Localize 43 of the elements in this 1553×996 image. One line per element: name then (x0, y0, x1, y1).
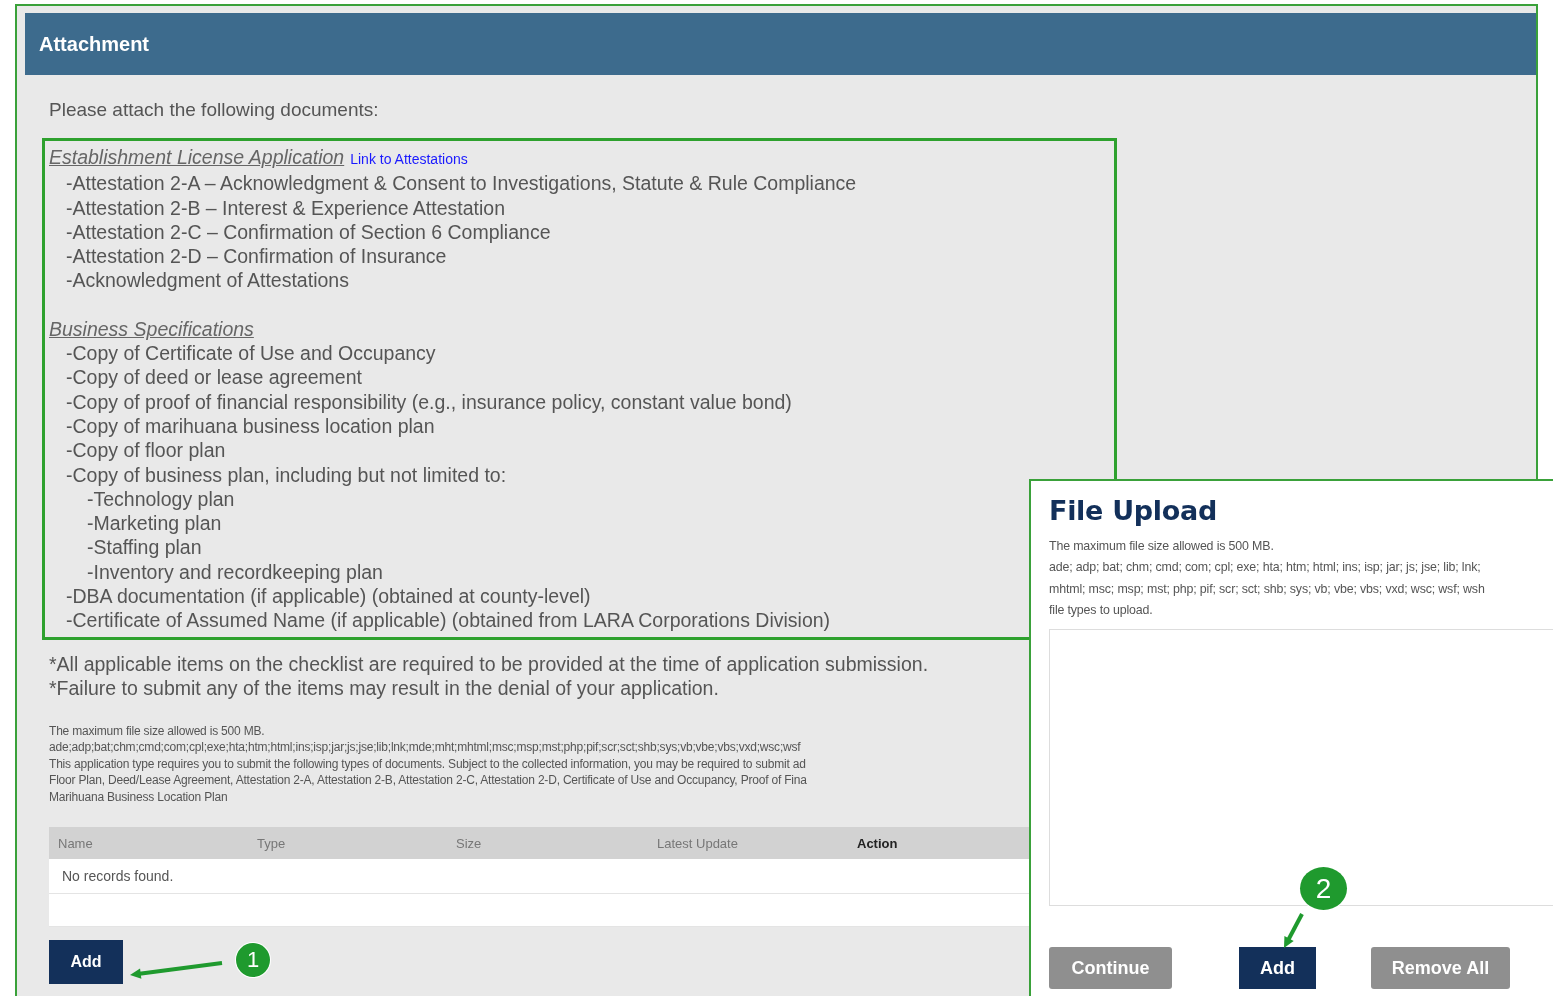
upload-info-text: The maximum file size allowed is 500 MB. (49, 722, 266, 740)
requirement-note: *All applicable items on the checklist are required to be provided at the time of application submission. (49, 651, 930, 677)
upload-info-text: mhtml; msc; msp; mst; php; pif; scr; sct; shb; sys; vb; vbe; vbs; vxd; wsc; wsf; wsh (1049, 580, 1486, 598)
upload-info-text: Floor Plan, Deed/Lease Agreement, Attestation 2-A, Attestation 2-B, Attestation 2-C, Attestation 2-D, Certificate of Use and Occupancy, Proof of Fina (49, 772, 808, 789)
arrow (1284, 913, 1304, 948)
column-header: Type (257, 835, 287, 851)
checklist-item: -Copy of Certificate of Use and Occupancy (66, 341, 436, 366)
requirement-note: *Failure to submit any of the items may result in the denial of your application. (49, 676, 720, 701)
upload-info-text: The maximum file size allowed is 500 MB. (1049, 538, 1275, 555)
add-button[interactable]: Add (49, 940, 123, 985)
upload-info-text: Marihuana Business Location Plan (49, 788, 229, 806)
column-header: Size (456, 835, 483, 851)
attestations-link[interactable]: Link to Attestations (350, 151, 468, 167)
section-heading: Establishment License Application (49, 146, 345, 168)
checklist-item: -DBA documentation (if applicable) (obtained at county-level) (66, 584, 591, 609)
checklist-subitem: -Technology plan (87, 486, 235, 512)
checklist-subitem: -Staffing plan (87, 535, 202, 560)
section-heading: Business Specifications (49, 317, 254, 340)
add-button[interactable]: Add (1239, 947, 1316, 990)
upload-info-text: file types to upload. (1049, 601, 1154, 619)
checklist-item: -Certificate of Assumed Name (if applicable) (obtained from LARA Corporations Division) (66, 608, 831, 633)
checklist-item: -Attestation 2-C – Confirmation of Section 6 Compliance (66, 219, 551, 245)
checklist-item: -Copy of proof of financial responsibility (e.g., insurance policy, constant value bond) (66, 389, 792, 414)
empty-message: No records found. (62, 868, 174, 885)
checklist-item: -Copy of business plan, including but not limited to: (66, 462, 507, 487)
checklist-item: -Attestation 2-D – Confirmation of Insurance (66, 244, 447, 269)
checklist-item: -Copy of floor plan (66, 438, 226, 463)
upload-info-text: This application type requires you to submit the following types of documents. Subject to the collected information, you may be required to submit ad (49, 755, 807, 773)
section-title: Attachment (39, 32, 149, 56)
checklist-item: -Attestation 2-A – Acknowledgment & Consent to Investigations, Statute & Rule Compliance (66, 171, 857, 196)
dialog-title: File Upload (1049, 495, 1218, 526)
column-header: Action (857, 835, 899, 851)
checklist-item: -Attestation 2-B – Interest & Experience Attestation (66, 195, 505, 220)
checklist-item: -Acknowledgment of Attestations (66, 268, 349, 293)
upload-info-text: ade; adp; bat; chm; cmd; com; cpl; exe; hta; htm; html; ins; isp; jar; js; jse; lib; lnk; (1049, 559, 1482, 577)
checklist-item: -Copy of deed or lease agreement (66, 365, 362, 390)
column-header: Name (57, 835, 94, 851)
checklist-subitem: -Inventory and recordkeeping plan (87, 559, 383, 585)
checklist-subitem: -Marketing plan (87, 511, 222, 536)
instruction-text: Please attach the following documents: (49, 99, 380, 121)
column-header: Latest Update (657, 835, 739, 851)
upload-info-text: ade;adp;bat;chm;cmd;com;cpl;exe;hta;htm;html;ins;isp;jar;js;jse;lib;lnk;mde;mht;mhtml;msc;msp;mst;php;pif;scr;sct;shb;sys;vb;vbe;vbs;vxd;wsc;wsf (49, 739, 802, 756)
checklist-item: -Copy of marihuana business location plan (66, 413, 435, 439)
